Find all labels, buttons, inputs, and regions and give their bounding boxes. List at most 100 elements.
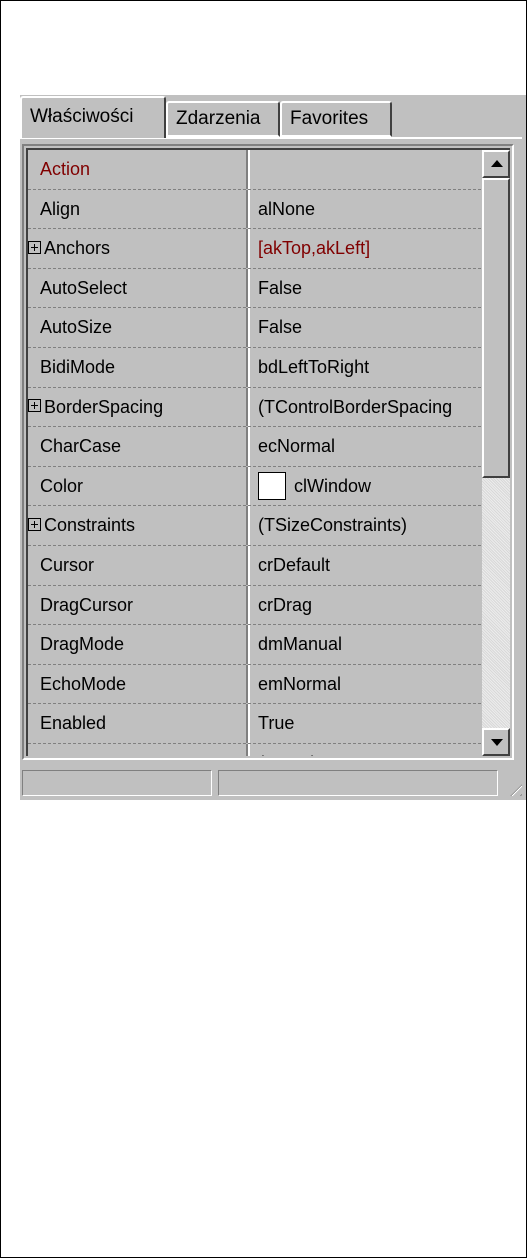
vertical-scrollbar[interactable] (482, 150, 510, 756)
column-divider[interactable] (246, 664, 250, 704)
property-name-cell[interactable]: DragMode (28, 625, 246, 664)
property-name-cell[interactable]: Align (28, 190, 246, 229)
scroll-thumb[interactable] (482, 178, 510, 478)
arrow-down-icon (491, 739, 503, 746)
property-row[interactable]: Enabled True (28, 704, 486, 744)
column-divider[interactable] (246, 427, 250, 466)
property-value-cell[interactable]: crDefault (252, 546, 486, 585)
property-name-cell[interactable]: EchoMode (28, 665, 246, 704)
column-divider[interactable] (246, 704, 250, 743)
column-divider[interactable] (246, 466, 250, 506)
property-name-cell[interactable]: Color (28, 467, 246, 506)
column-divider[interactable] (246, 308, 250, 347)
property-value-cell[interactable]: ecNormal (252, 427, 486, 466)
property-name-label: AutoSelect (40, 277, 128, 298)
property-value-cell[interactable]: dmManual (252, 625, 486, 664)
property-name-label: Anchors (44, 238, 111, 259)
property-name-cell[interactable]: Anchors (28, 229, 246, 268)
property-name-label: Align (40, 198, 81, 219)
property-name-cell[interactable]: BidiMode (28, 348, 246, 387)
property-row[interactable]: AutoSize False (28, 308, 486, 348)
property-row[interactable]: CharCase ecNormal (28, 427, 486, 467)
property-row[interactable]: DragMode dmManual (28, 625, 486, 665)
property-value-label: bdLeftToRight (258, 356, 370, 377)
property-name-label: Enabled (40, 713, 107, 734)
tab-favorites[interactable]: Favorites (280, 101, 392, 137)
column-divider[interactable] (246, 189, 250, 229)
property-name-label: Cursor (40, 554, 95, 575)
property-value-cell[interactable]: clWindow (252, 467, 486, 506)
scroll-down-button[interactable] (482, 728, 510, 756)
property-value-cell[interactable] (252, 150, 486, 189)
column-divider[interactable] (246, 585, 250, 625)
scroll-up-button[interactable] (482, 150, 510, 178)
property-grid: Action Align alNone Anchors [akTop,akLeft] Au… (22, 144, 514, 760)
arrow-up-icon (491, 160, 503, 167)
column-divider[interactable] (246, 506, 250, 545)
property-name-cell[interactable]: Cursor (28, 546, 246, 585)
column-divider[interactable] (246, 268, 250, 308)
property-row[interactable]: BorderSpacing (TControlBorderSpacing (28, 387, 486, 428)
property-value-cell[interactable]: (TFont) (252, 744, 486, 756)
column-divider[interactable] (246, 150, 250, 189)
property-name-cell[interactable]: Action (28, 150, 246, 189)
tab-properties[interactable]: Właściwości (20, 96, 166, 138)
property-row[interactable]: DragCursor crDrag (28, 585, 486, 626)
property-name-cell[interactable]: AutoSelect (28, 269, 246, 308)
property-row[interactable]: Action (28, 150, 486, 190)
property-name-label: Action (40, 159, 91, 179)
expand-plus-icon[interactable] (28, 518, 41, 532)
column-divider[interactable] (246, 545, 250, 585)
property-value-cell[interactable]: False (252, 269, 486, 308)
property-value-label: emNormal (258, 673, 342, 694)
property-name-cell[interactable]: AutoSize (28, 308, 246, 347)
property-name-label: DragCursor (40, 594, 134, 615)
property-value-cell[interactable]: emNormal (252, 665, 486, 704)
property-row[interactable]: Align alNone (28, 189, 486, 230)
property-name-cell[interactable]: Constraints (28, 506, 246, 545)
property-row[interactable]: Constraints (TSizeConstraints) (28, 506, 486, 546)
column-divider[interactable] (246, 229, 250, 268)
property-row[interactable]: Anchors [akTop,akLeft] (28, 229, 486, 269)
property-name-cell[interactable]: Enabled (28, 704, 246, 743)
column-divider[interactable] (246, 625, 250, 664)
property-name-label: CharCase (40, 436, 122, 457)
property-name-cell[interactable]: CharCase (28, 427, 246, 466)
property-name-label: DragMode (40, 634, 125, 655)
property-name-cell[interactable]: Font (28, 744, 246, 756)
property-name-label: EchoMode (40, 673, 127, 694)
property-value-label: True (258, 713, 295, 734)
property-value-label: [akTop,akLeft] (258, 238, 371, 259)
property-value-cell[interactable]: (TControlBorderSpacing (252, 388, 486, 427)
property-value-cell[interactable]: crDrag (252, 586, 486, 625)
property-name-label: BorderSpacing (44, 396, 164, 417)
property-value-label: crDrag (258, 594, 313, 615)
property-row[interactable]: AutoSelect False (28, 268, 486, 309)
tab-events[interactable]: Zdarzenia (166, 101, 280, 137)
property-name-label: AutoSize (40, 317, 113, 338)
property-name-cell[interactable]: DragCursor (28, 586, 246, 625)
resize-grip-icon[interactable] (504, 778, 522, 796)
column-divider[interactable] (246, 387, 250, 427)
property-value-cell[interactable]: False (252, 308, 486, 347)
property-row[interactable]: Font (TFont) (28, 743, 486, 756)
property-row[interactable]: Color clWindow (28, 466, 486, 507)
property-row[interactable]: BidiMode bdLeftToRight (28, 347, 486, 388)
column-divider[interactable] (246, 743, 250, 756)
property-value-cell[interactable]: bdLeftToRight (252, 348, 486, 387)
property-value-cell[interactable]: [akTop,akLeft] (252, 229, 486, 268)
property-value-label: dmManual (258, 634, 343, 655)
property-value-cell[interactable]: True (252, 704, 486, 743)
property-name-cell[interactable]: BorderSpacing (28, 388, 246, 427)
property-value-cell[interactable]: alNone (252, 190, 486, 229)
property-row[interactable]: EchoMode emNormal (28, 664, 486, 705)
property-value-cell[interactable]: (TSizeConstraints) (252, 506, 486, 545)
property-value-label: crDefault (258, 554, 331, 575)
property-value-label: False (258, 317, 303, 338)
expand-plus-icon[interactable] (28, 240, 41, 254)
property-row[interactable]: Cursor crDefault (28, 545, 486, 586)
property-value-label: (TSizeConstraints) (258, 515, 408, 536)
expand-plus-icon[interactable] (28, 399, 41, 413)
column-divider[interactable] (246, 347, 250, 387)
property-value-label: (TControlBorderSpacing (258, 396, 453, 417)
